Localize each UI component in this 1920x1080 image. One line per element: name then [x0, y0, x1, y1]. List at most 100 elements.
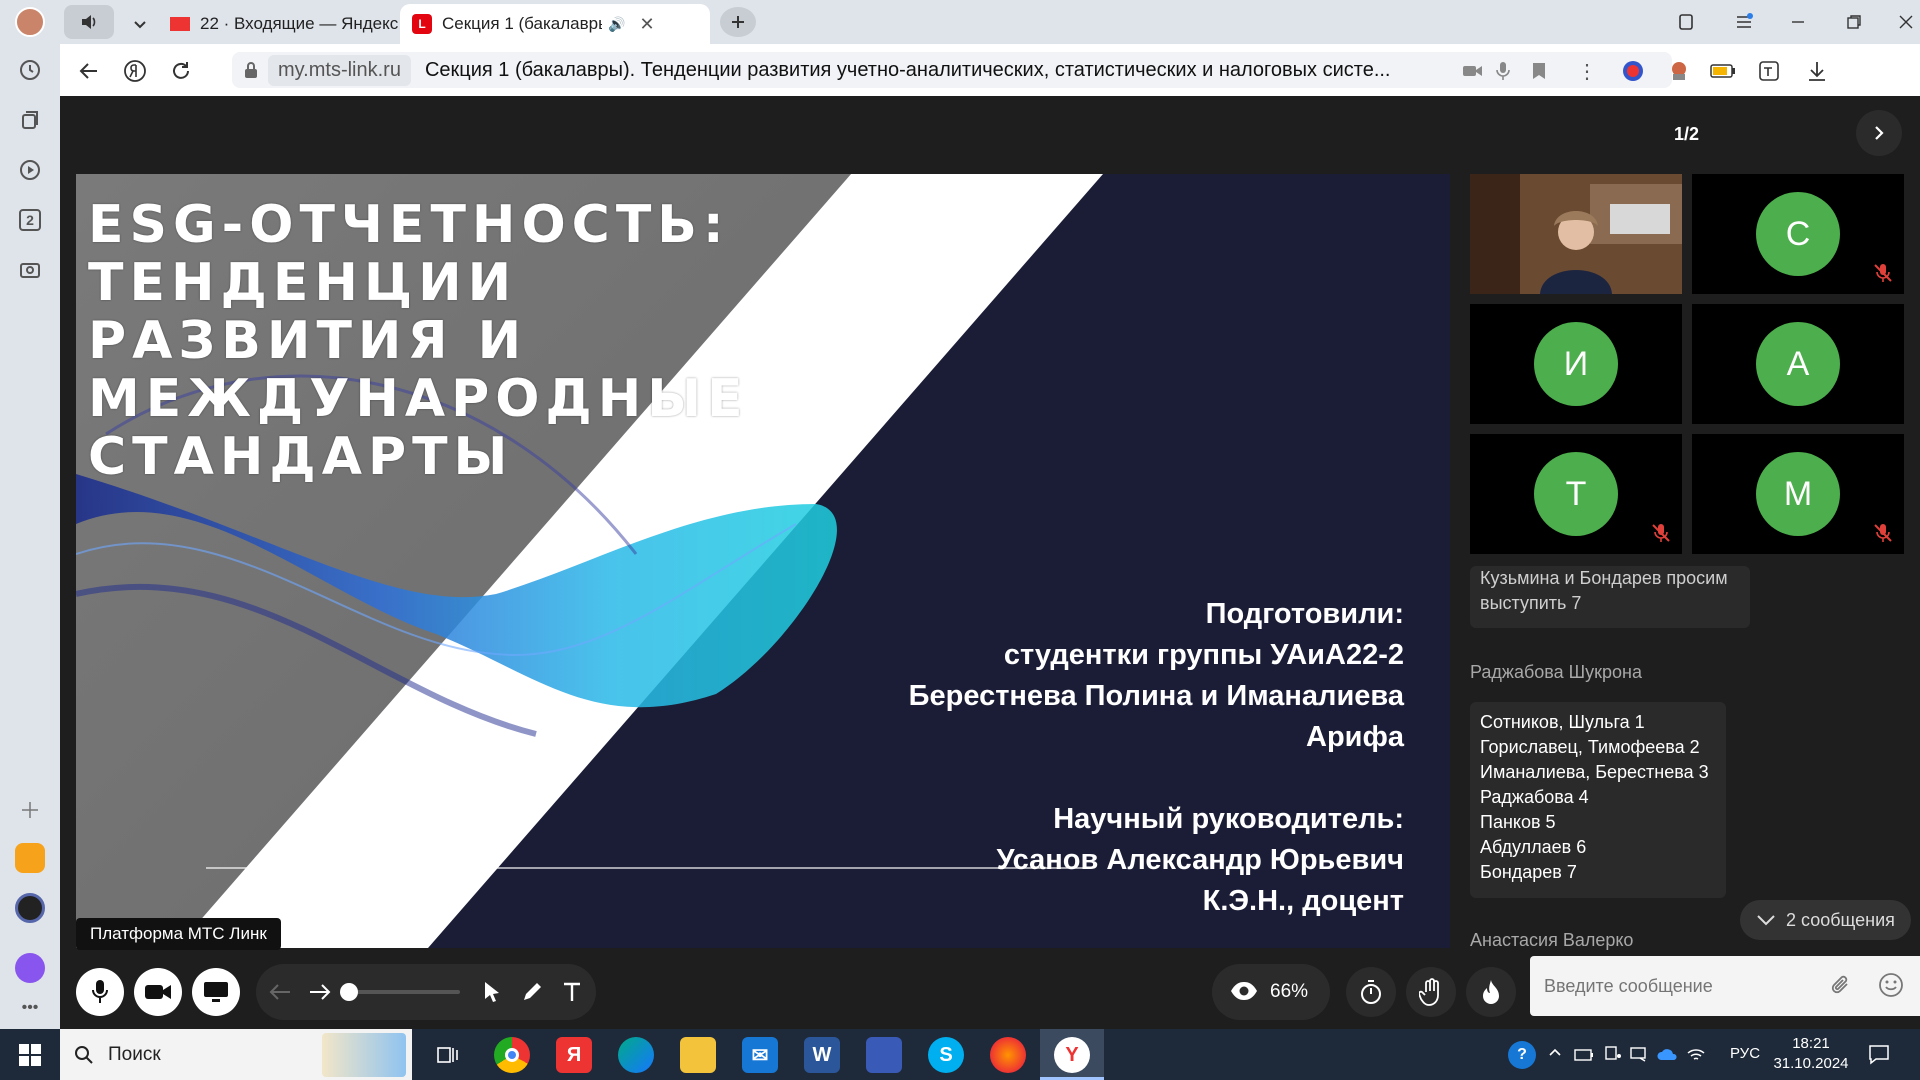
chrome-icon[interactable] [494, 1037, 530, 1073]
tab-close-icon[interactable]: ✕ [639, 14, 654, 35]
menu-icon[interactable] [1724, 8, 1764, 36]
language-indicator[interactable]: РУС [1730, 1045, 1760, 1062]
page-counter: 1/2 [1674, 124, 1700, 144]
browser-sidebar: 2 ••• [0, 0, 60, 1029]
more-options-icon[interactable]: ⋮ [1572, 56, 1602, 86]
slide-text-line: студентки группы УАиА22-2 [1003, 639, 1404, 671]
translate-icon[interactable] [1754, 56, 1784, 86]
participant-tile[interactable] [1470, 174, 1682, 294]
mail-icon[interactable]: ✉ [742, 1037, 778, 1073]
screenshot-icon[interactable] [10, 250, 50, 290]
clock-time: 18:21 [1792, 1035, 1830, 1052]
notification-icon[interactable] [1868, 1043, 1890, 1070]
extension-icon[interactable] [1664, 56, 1694, 86]
battery-icon[interactable] [1708, 56, 1738, 86]
mail-app-icon[interactable] [10, 838, 50, 878]
new-messages-label: 2 сообщения [1786, 909, 1895, 930]
music-app-icon[interactable] [10, 888, 50, 928]
bookmark-icon[interactable] [1524, 56, 1554, 86]
word-icon[interactable]: W [804, 1037, 840, 1073]
participant-tile[interactable]: М [1692, 434, 1904, 554]
microphone-button[interactable] [76, 968, 124, 1016]
platform-badge: Платформа МТС Линк [76, 918, 281, 950]
protect-icon[interactable] [1618, 56, 1648, 86]
file-explorer-icon[interactable] [680, 1037, 716, 1073]
next-slide-icon[interactable] [304, 976, 336, 1008]
participant-tile[interactable]: Т [1470, 434, 1682, 554]
raise-hand-button[interactable] [1406, 967, 1456, 1017]
viewers-indicator[interactable]: 66% [1212, 964, 1330, 1020]
slide-text-line: Научный руководитель: [1053, 803, 1404, 835]
participant-tile[interactable]: А [1692, 304, 1904, 424]
profile-avatar[interactable] [10, 2, 50, 42]
minimize-icon[interactable] [1778, 8, 1818, 36]
onedrive-icon[interactable] [1656, 1048, 1678, 1066]
reload-icon[interactable] [164, 54, 198, 88]
collections-icon[interactable] [10, 100, 50, 140]
back-icon[interactable] [72, 54, 106, 88]
slider-thumb[interactable] [340, 983, 358, 1001]
participant-tile[interactable]: И [1470, 304, 1682, 424]
firefox-icon[interactable] [990, 1037, 1026, 1073]
history-icon[interactable] [10, 50, 50, 90]
restore-icon[interactable] [1834, 8, 1874, 36]
clock[interactable]: 18:21 31.10.2024 [1770, 1034, 1852, 1074]
camera-button[interactable] [134, 968, 182, 1016]
alice-icon[interactable] [10, 948, 50, 988]
tab-mts-link[interactable]: L Секция 1 (бакалавры 🔊 ✕ [400, 4, 710, 44]
pen-icon[interactable] [516, 976, 548, 1008]
yandex-app-icon[interactable]: Y [1054, 1037, 1090, 1073]
text-tool-icon[interactable] [556, 976, 588, 1008]
slide-title-line: ESG-ОТЧЕТНОСТЬ: [88, 195, 730, 255]
reactions-button[interactable] [1466, 967, 1516, 1017]
slide-text-line: Арифа [1306, 721, 1404, 753]
timer-button[interactable] [1346, 967, 1396, 1017]
yandex-icon[interactable] [118, 54, 152, 88]
screen-share-button[interactable] [192, 968, 240, 1016]
new-messages-button[interactable]: 2 сообщения [1740, 900, 1911, 940]
eye-icon [1230, 981, 1258, 1006]
battery-tray-icon[interactable] [1574, 1048, 1594, 1066]
help-icon[interactable]: ? [1508, 1041, 1536, 1069]
yandex-browser-icon[interactable]: Я [556, 1037, 592, 1073]
tabs-dropdown-icon[interactable] [118, 4, 162, 44]
device-tray-icon[interactable] [1604, 1046, 1622, 1067]
new-tab-button[interactable] [720, 7, 756, 37]
chat-line: Панков 5 [1480, 812, 1556, 832]
url-field[interactable]: my.mts-link.ru Секция 1 (бакалавры). Тен… [232, 52, 1672, 88]
task-view-icon[interactable] [430, 1037, 466, 1073]
slide-title-line: ТЕНДЕНЦИИ [88, 253, 518, 313]
next-page-button[interactable] [1856, 110, 1902, 156]
mic-permission-icon[interactable] [1488, 56, 1518, 86]
more-icon[interactable]: ••• [10, 988, 50, 1028]
counter-badge-icon[interactable]: 2 [10, 200, 50, 240]
mail-icon [170, 17, 190, 31]
store-icon[interactable] [866, 1037, 902, 1073]
edge-icon[interactable] [618, 1037, 654, 1073]
network-share-tray-icon[interactable] [1630, 1046, 1648, 1067]
chat-input[interactable] [1544, 970, 1814, 1002]
slide-text-line: Усанов Александр Юрьевич [996, 844, 1404, 876]
camera-permission-icon[interactable] [1458, 56, 1488, 86]
wifi-icon[interactable] [1686, 1045, 1706, 1068]
tab-collections-icon[interactable] [1666, 8, 1706, 36]
chat-input-box [1530, 956, 1920, 1016]
close-icon[interactable] [1886, 8, 1920, 36]
video-icon[interactable] [10, 150, 50, 190]
view-percent: 66% [1270, 981, 1309, 1002]
emoji-icon[interactable] [1878, 972, 1904, 1003]
start-button[interactable] [0, 1029, 60, 1080]
skype-icon[interactable]: S [928, 1037, 964, 1073]
slide-progress-slider[interactable] [340, 983, 460, 1001]
add-icon[interactable] [10, 790, 50, 830]
participant-tile[interactable]: С [1692, 174, 1904, 294]
pointer-icon[interactable] [476, 976, 508, 1008]
taskbar-search[interactable]: Поиск [60, 1029, 412, 1080]
avatar: С [1756, 192, 1840, 276]
tab-sound-icon[interactable] [64, 5, 114, 39]
attach-icon[interactable] [1830, 973, 1852, 1002]
prev-slide-icon[interactable] [264, 976, 296, 1008]
url-domain: my.mts-link.ru [268, 54, 411, 86]
download-icon[interactable] [1802, 56, 1832, 86]
tray-chevron-icon[interactable] [1548, 1045, 1562, 1064]
